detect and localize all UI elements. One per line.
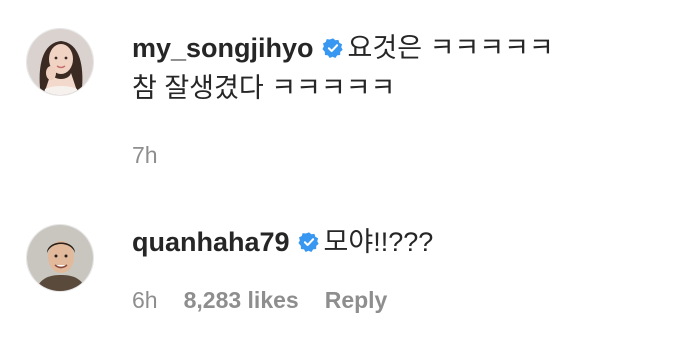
username[interactable]: my_songjihyo [132,33,314,63]
comment-item: my_songjihyo 요것은 ㅋㅋㅋㅋㅋ 참 잘생겼다 ㅋㅋㅋㅋㅋ 7h [0,0,700,190]
comment-body: quanhaha79 모야!!??? [132,222,660,262]
comment-line-1: my_songjihyo 요것은 ㅋㅋㅋㅋㅋ [132,28,660,68]
verified-badge-icon [322,38,343,58]
avatar[interactable] [26,224,94,292]
comment-meta: 6h 8,283 likes Reply [132,287,413,314]
reply-button[interactable]: Reply [325,287,388,313]
likes-count-link[interactable]: 8,283 likes [184,287,299,313]
comment-item: quanhaha79 모야!!??? 6h 8,283 likes Reply [0,190,700,361]
comment-body: my_songjihyo 요것은 ㅋㅋㅋㅋㅋ 참 잘생겼다 ㅋㅋㅋㅋㅋ [132,28,660,108]
avatar[interactable] [26,28,94,96]
comment-text: 모야!!??? [323,227,434,257]
comment-time[interactable]: 7h [132,142,158,168]
username[interactable]: quanhaha79 [132,227,290,257]
verified-badge-icon [298,232,319,252]
comment-line-2: 참 잘생겼다 ㅋㅋㅋㅋㅋ [132,68,660,108]
comment-line-1: quanhaha79 모야!!??? [132,222,660,262]
comment-text: 요것은 ㅋㅋㅋㅋㅋ [347,33,554,63]
comment-text-continued: 참 잘생겼다 ㅋㅋㅋㅋㅋ [132,73,396,103]
comment-time[interactable]: 6h [132,287,158,313]
comment-meta: 7h [132,142,184,169]
